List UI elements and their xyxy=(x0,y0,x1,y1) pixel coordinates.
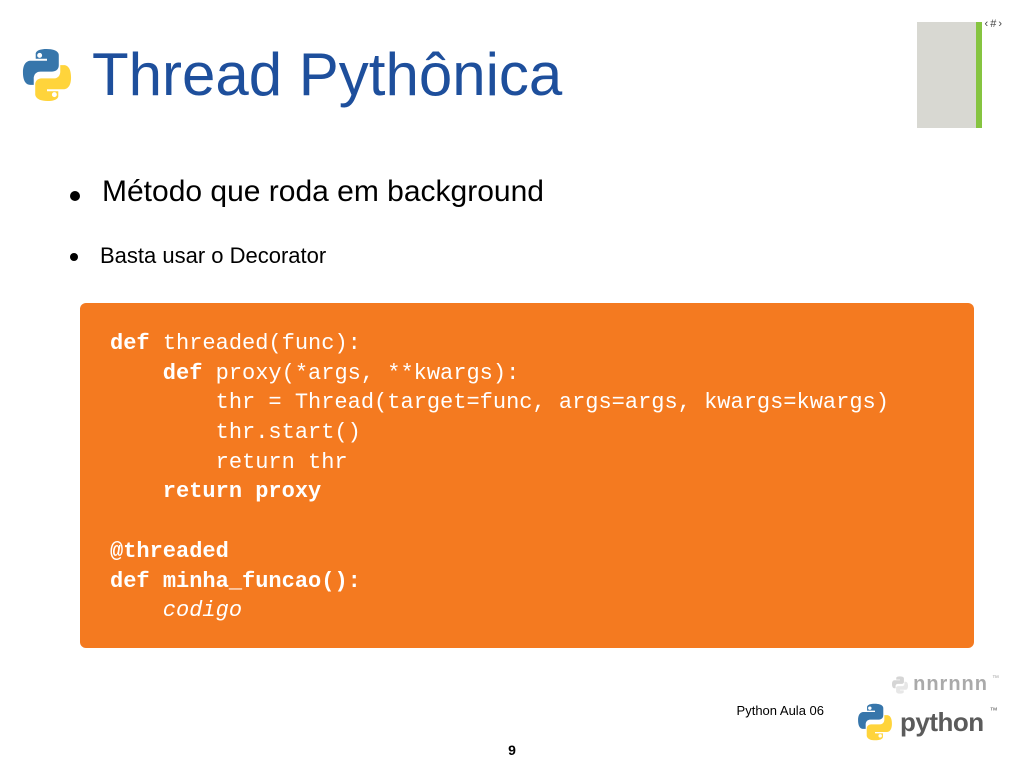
bullet-dot-icon xyxy=(70,191,80,201)
code-block: def threaded(func): def proxy(*args, **k… xyxy=(80,303,974,648)
bullet-text: Basta usar o Decorator xyxy=(100,243,326,269)
code-line: return proxy xyxy=(110,477,944,507)
code-line: def proxy(*args, **kwargs): xyxy=(110,359,944,389)
code-line: def minha_funcao(): xyxy=(110,567,944,597)
python-logo-icon xyxy=(20,48,74,102)
code-line xyxy=(110,507,944,537)
slide-header: Thread Pythônica xyxy=(20,40,562,109)
code-line: return thr xyxy=(110,448,944,478)
code-line: def threaded(func): xyxy=(110,329,944,359)
footer-course: Python Aula 06 xyxy=(737,703,824,718)
bullet-item: Método que roda em background xyxy=(70,175,984,209)
top-accent-block xyxy=(917,22,982,128)
python-logo-faded: nnrnnn ™ xyxy=(891,673,1000,696)
code-line: @threaded xyxy=(110,537,944,567)
code-line: thr.start() xyxy=(110,418,944,448)
page-title: Thread Pythônica xyxy=(92,40,562,109)
python-logo-footer: python ™ xyxy=(856,700,1006,744)
bullet-text: Método que roda em background xyxy=(102,175,544,209)
slide-content: Método que roda em background Basta usar… xyxy=(70,175,984,648)
python-logo-tm: ™ xyxy=(990,706,998,715)
code-line: codigo xyxy=(110,596,944,626)
page-number: 9 xyxy=(508,742,516,758)
bullet-dot-icon xyxy=(70,253,78,261)
code-line: thr = Thread(target=func, args=args, kwa… xyxy=(110,388,944,418)
python-logo-text: python xyxy=(900,707,984,738)
page-marker: ‹#› xyxy=(985,18,1004,30)
bullet-item: Basta usar o Decorator xyxy=(70,243,984,269)
